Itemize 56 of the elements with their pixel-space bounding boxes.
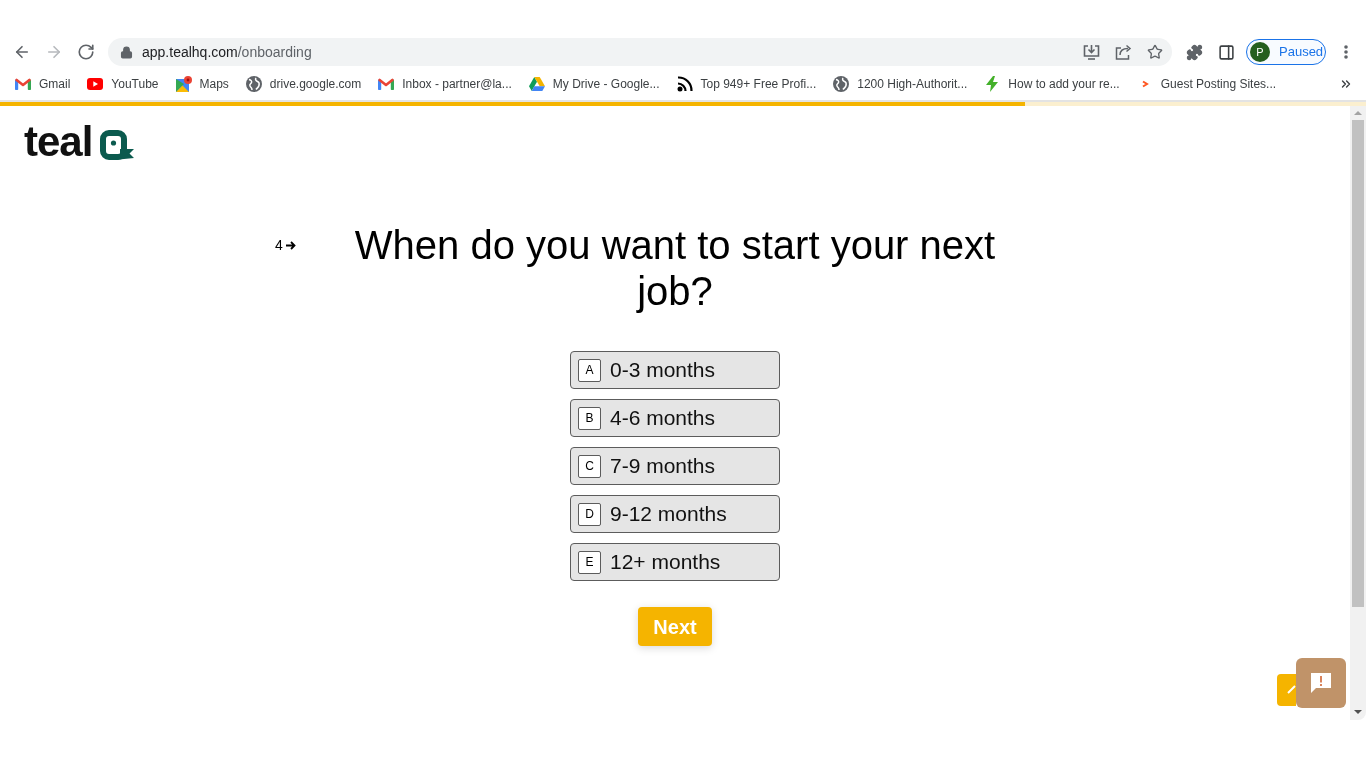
forward-arrow-icon: [45, 43, 63, 61]
bookmark-item[interactable]: How to add your re...: [978, 71, 1126, 97]
map-pin-icon: [175, 76, 192, 92]
bookmark-item[interactable]: My Drive - Google...: [522, 71, 666, 97]
mail-icon: [378, 78, 395, 90]
globe-icon: [833, 76, 850, 92]
triangle-logo-icon: [528, 77, 545, 91]
double-chevron-icon: [1339, 77, 1353, 91]
up-arrow-icon: [1354, 111, 1362, 115]
bookmark-item[interactable]: 1200 High-Authorit...: [827, 71, 974, 97]
bookmark-item[interactable]: Guest Posting Sites...: [1130, 71, 1283, 97]
answer-option[interactable]: C 7-9 months: [570, 447, 780, 485]
logo-icon: [100, 130, 135, 160]
scrollbar[interactable]: [1350, 106, 1366, 720]
puzzle-icon: [1185, 43, 1203, 61]
star-icon: [1147, 44, 1163, 60]
answer-option[interactable]: B 4-6 months: [570, 399, 780, 437]
url-text: app.tealhq.com/onboarding: [142, 42, 312, 62]
chevron-icon: [1140, 80, 1149, 88]
feedback-button[interactable]: [1296, 658, 1346, 708]
bookmark-item[interactable]: Inbox - partner@la...: [372, 71, 518, 97]
address-bar[interactable]: app.tealhq.com/onboarding: [108, 38, 1172, 66]
answer-option[interactable]: E 12+ months: [570, 543, 780, 581]
scrollbar-thumb[interactable]: [1352, 120, 1364, 607]
mail-icon: [15, 78, 31, 90]
answer-option[interactable]: D 9-12 months: [570, 495, 780, 533]
bookmark-item[interactable]: Maps: [169, 71, 235, 97]
share-icon: [1114, 44, 1132, 60]
reload-icon: [77, 43, 95, 61]
logo-text: teal: [24, 121, 93, 163]
bookmark-item[interactable]: drive.google.com: [239, 71, 368, 97]
side-panel-icon: [1217, 43, 1235, 61]
option-key: E: [578, 550, 601, 574]
profile-button[interactable]: P Paused: [1246, 39, 1326, 65]
profile-avatar: P: [1250, 42, 1270, 62]
bookmark-item[interactable]: Gmail: [9, 71, 77, 97]
option-key: C: [578, 454, 601, 478]
answer-option[interactable]: A 0-3 months: [570, 351, 780, 389]
play-icon: [87, 78, 104, 90]
lightning-icon: [986, 76, 999, 92]
lock-icon: [120, 45, 133, 59]
globe-icon: [245, 76, 262, 92]
slash-icon: [1287, 685, 1296, 694]
right-arrow-icon: [285, 240, 296, 250]
question-text: When do you want to start your next job?: [353, 222, 997, 314]
down-arrow-icon: [1354, 710, 1362, 714]
speech-bubble-icon: [1311, 673, 1331, 693]
bookmark-item[interactable]: Top 949+ Free Profi...: [670, 71, 823, 97]
option-key: D: [578, 502, 601, 526]
option-key: B: [578, 406, 601, 430]
arcs-icon: [676, 76, 693, 92]
menu-icon: [1344, 45, 1348, 59]
bookmark-item[interactable]: YouTube: [81, 71, 165, 97]
question-number: 4: [275, 235, 283, 255]
option-key: A: [578, 358, 601, 382]
download-icon: [1082, 44, 1100, 60]
